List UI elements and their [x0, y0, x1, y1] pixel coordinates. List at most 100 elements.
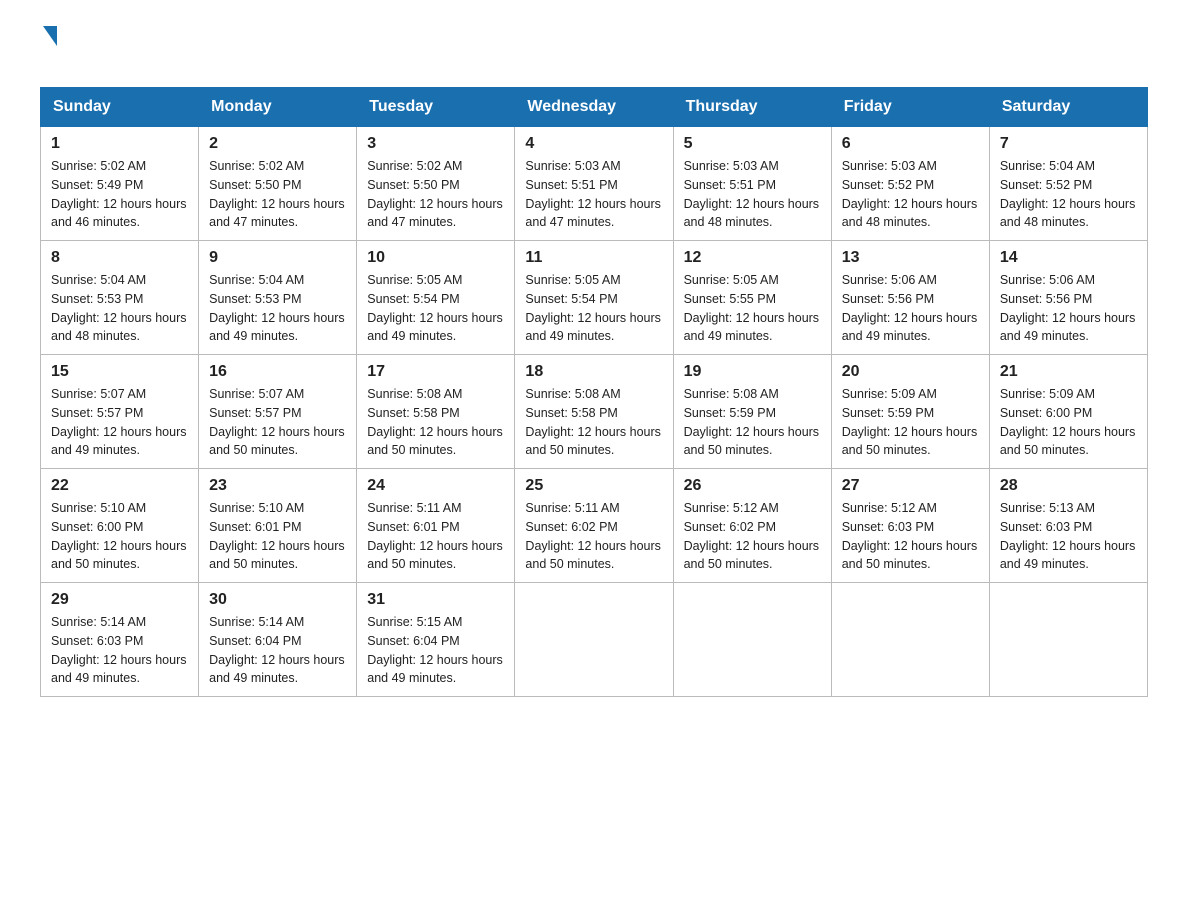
calendar-cell: 23 Sunrise: 5:10 AM Sunset: 6:01 PM Dayl…: [199, 469, 357, 583]
day-info: Sunrise: 5:04 AM Sunset: 5:53 PM Dayligh…: [209, 271, 346, 346]
calendar-cell: 18 Sunrise: 5:08 AM Sunset: 5:58 PM Dayl…: [515, 355, 673, 469]
calendar-cell: [515, 583, 673, 697]
day-info: Sunrise: 5:14 AM Sunset: 6:03 PM Dayligh…: [51, 613, 188, 688]
calendar-cell: 25 Sunrise: 5:11 AM Sunset: 6:02 PM Dayl…: [515, 469, 673, 583]
day-number: 14: [1000, 249, 1137, 267]
day-number: 8: [51, 249, 188, 267]
day-info: Sunrise: 5:12 AM Sunset: 6:03 PM Dayligh…: [842, 499, 979, 574]
calendar-cell: 2 Sunrise: 5:02 AM Sunset: 5:50 PM Dayli…: [199, 127, 357, 241]
day-info: Sunrise: 5:11 AM Sunset: 6:02 PM Dayligh…: [525, 499, 662, 574]
column-header-friday: Friday: [831, 88, 989, 127]
page-header: [40, 30, 1148, 67]
day-number: 11: [525, 249, 662, 267]
day-info: Sunrise: 5:07 AM Sunset: 5:57 PM Dayligh…: [51, 385, 188, 460]
day-info: Sunrise: 5:05 AM Sunset: 5:55 PM Dayligh…: [684, 271, 821, 346]
logo-blue-text: [40, 46, 42, 67]
day-info: Sunrise: 5:06 AM Sunset: 5:56 PM Dayligh…: [842, 271, 979, 346]
day-number: 29: [51, 591, 188, 609]
column-header-saturday: Saturday: [989, 88, 1147, 127]
calendar-cell: 26 Sunrise: 5:12 AM Sunset: 6:02 PM Dayl…: [673, 469, 831, 583]
calendar-cell: 5 Sunrise: 5:03 AM Sunset: 5:51 PM Dayli…: [673, 127, 831, 241]
day-info: Sunrise: 5:05 AM Sunset: 5:54 PM Dayligh…: [525, 271, 662, 346]
day-info: Sunrise: 5:10 AM Sunset: 6:00 PM Dayligh…: [51, 499, 188, 574]
calendar-week-row: 8 Sunrise: 5:04 AM Sunset: 5:53 PM Dayli…: [41, 241, 1148, 355]
calendar-week-row: 1 Sunrise: 5:02 AM Sunset: 5:49 PM Dayli…: [41, 127, 1148, 241]
calendar-cell: 10 Sunrise: 5:05 AM Sunset: 5:54 PM Dayl…: [357, 241, 515, 355]
day-number: 28: [1000, 477, 1137, 495]
day-number: 31: [367, 591, 504, 609]
day-number: 26: [684, 477, 821, 495]
column-header-thursday: Thursday: [673, 88, 831, 127]
day-info: Sunrise: 5:14 AM Sunset: 6:04 PM Dayligh…: [209, 613, 346, 688]
day-number: 24: [367, 477, 504, 495]
day-number: 23: [209, 477, 346, 495]
day-number: 21: [1000, 363, 1137, 381]
day-number: 15: [51, 363, 188, 381]
day-number: 12: [684, 249, 821, 267]
day-info: Sunrise: 5:12 AM Sunset: 6:02 PM Dayligh…: [684, 499, 821, 574]
calendar-cell: 16 Sunrise: 5:07 AM Sunset: 5:57 PM Dayl…: [199, 355, 357, 469]
column-header-sunday: Sunday: [41, 88, 199, 127]
calendar-cell: 30 Sunrise: 5:14 AM Sunset: 6:04 PM Dayl…: [199, 583, 357, 697]
day-info: Sunrise: 5:08 AM Sunset: 5:59 PM Dayligh…: [684, 385, 821, 460]
calendar-cell: 9 Sunrise: 5:04 AM Sunset: 5:53 PM Dayli…: [199, 241, 357, 355]
day-info: Sunrise: 5:10 AM Sunset: 6:01 PM Dayligh…: [209, 499, 346, 574]
calendar-cell: 4 Sunrise: 5:03 AM Sunset: 5:51 PM Dayli…: [515, 127, 673, 241]
day-info: Sunrise: 5:09 AM Sunset: 6:00 PM Dayligh…: [1000, 385, 1137, 460]
day-number: 13: [842, 249, 979, 267]
calendar-cell: 19 Sunrise: 5:08 AM Sunset: 5:59 PM Dayl…: [673, 355, 831, 469]
day-info: Sunrise: 5:09 AM Sunset: 5:59 PM Dayligh…: [842, 385, 979, 460]
day-number: 27: [842, 477, 979, 495]
logo-arrow-icon: [43, 26, 57, 46]
day-info: Sunrise: 5:11 AM Sunset: 6:01 PM Dayligh…: [367, 499, 504, 574]
calendar-cell: 3 Sunrise: 5:02 AM Sunset: 5:50 PM Dayli…: [357, 127, 515, 241]
logo: [40, 30, 57, 67]
calendar-cell: 20 Sunrise: 5:09 AM Sunset: 5:59 PM Dayl…: [831, 355, 989, 469]
calendar-cell: 7 Sunrise: 5:04 AM Sunset: 5:52 PM Dayli…: [989, 127, 1147, 241]
day-info: Sunrise: 5:04 AM Sunset: 5:52 PM Dayligh…: [1000, 157, 1137, 232]
day-number: 17: [367, 363, 504, 381]
column-header-tuesday: Tuesday: [357, 88, 515, 127]
day-number: 18: [525, 363, 662, 381]
day-number: 19: [684, 363, 821, 381]
day-number: 3: [367, 135, 504, 153]
day-number: 10: [367, 249, 504, 267]
calendar-table: SundayMondayTuesdayWednesdayThursdayFrid…: [40, 87, 1148, 697]
calendar-cell: 17 Sunrise: 5:08 AM Sunset: 5:58 PM Dayl…: [357, 355, 515, 469]
day-number: 30: [209, 591, 346, 609]
calendar-week-row: 22 Sunrise: 5:10 AM Sunset: 6:00 PM Dayl…: [41, 469, 1148, 583]
calendar-cell: 6 Sunrise: 5:03 AM Sunset: 5:52 PM Dayli…: [831, 127, 989, 241]
day-number: 7: [1000, 135, 1137, 153]
calendar-cell: 12 Sunrise: 5:05 AM Sunset: 5:55 PM Dayl…: [673, 241, 831, 355]
day-info: Sunrise: 5:02 AM Sunset: 5:49 PM Dayligh…: [51, 157, 188, 232]
calendar-cell: 14 Sunrise: 5:06 AM Sunset: 5:56 PM Dayl…: [989, 241, 1147, 355]
day-number: 16: [209, 363, 346, 381]
day-info: Sunrise: 5:05 AM Sunset: 5:54 PM Dayligh…: [367, 271, 504, 346]
day-number: 1: [51, 135, 188, 153]
logo-text: [40, 30, 57, 46]
calendar-cell: [673, 583, 831, 697]
calendar-week-row: 29 Sunrise: 5:14 AM Sunset: 6:03 PM Dayl…: [41, 583, 1148, 697]
day-number: 5: [684, 135, 821, 153]
day-number: 2: [209, 135, 346, 153]
calendar-cell: 11 Sunrise: 5:05 AM Sunset: 5:54 PM Dayl…: [515, 241, 673, 355]
calendar-cell: 15 Sunrise: 5:07 AM Sunset: 5:57 PM Dayl…: [41, 355, 199, 469]
day-info: Sunrise: 5:08 AM Sunset: 5:58 PM Dayligh…: [525, 385, 662, 460]
calendar-cell: 21 Sunrise: 5:09 AM Sunset: 6:00 PM Dayl…: [989, 355, 1147, 469]
calendar-cell: 29 Sunrise: 5:14 AM Sunset: 6:03 PM Dayl…: [41, 583, 199, 697]
calendar-cell: 24 Sunrise: 5:11 AM Sunset: 6:01 PM Dayl…: [357, 469, 515, 583]
day-info: Sunrise: 5:07 AM Sunset: 5:57 PM Dayligh…: [209, 385, 346, 460]
day-info: Sunrise: 5:06 AM Sunset: 5:56 PM Dayligh…: [1000, 271, 1137, 346]
calendar-cell: [831, 583, 989, 697]
day-info: Sunrise: 5:03 AM Sunset: 5:52 PM Dayligh…: [842, 157, 979, 232]
day-number: 6: [842, 135, 979, 153]
day-info: Sunrise: 5:04 AM Sunset: 5:53 PM Dayligh…: [51, 271, 188, 346]
calendar-cell: 27 Sunrise: 5:12 AM Sunset: 6:03 PM Dayl…: [831, 469, 989, 583]
calendar-cell: 22 Sunrise: 5:10 AM Sunset: 6:00 PM Dayl…: [41, 469, 199, 583]
day-number: 9: [209, 249, 346, 267]
calendar-cell: 28 Sunrise: 5:13 AM Sunset: 6:03 PM Dayl…: [989, 469, 1147, 583]
calendar-cell: 31 Sunrise: 5:15 AM Sunset: 6:04 PM Dayl…: [357, 583, 515, 697]
column-header-wednesday: Wednesday: [515, 88, 673, 127]
day-info: Sunrise: 5:03 AM Sunset: 5:51 PM Dayligh…: [525, 157, 662, 232]
column-header-monday: Monday: [199, 88, 357, 127]
